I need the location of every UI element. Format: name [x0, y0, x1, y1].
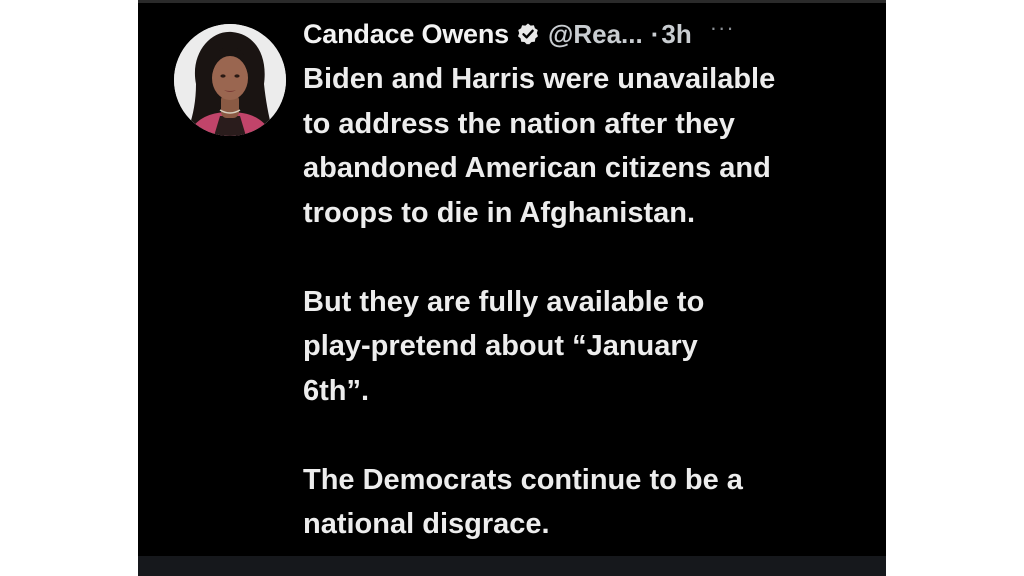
- verified-badge-icon: [516, 22, 540, 46]
- tweet-body: Biden and Harris were unavailable to add…: [303, 57, 863, 547]
- avatar[interactable]: [174, 24, 286, 136]
- meta-separator: ·: [650, 18, 660, 49]
- tweet-timestamp[interactable]: 3h: [661, 19, 691, 50]
- avatar-image: [174, 24, 286, 136]
- tweet-content: Candace Owens @Rea... · 3h ··· Biden and…: [303, 14, 863, 547]
- tweet-paragraph-1: Biden and Harris were unavailable to add…: [303, 63, 776, 229]
- more-options-icon[interactable]: ···: [710, 15, 735, 41]
- tweet-paragraph-3: The Democrats continue to be a national …: [303, 463, 743, 541]
- bottom-divider: [138, 556, 886, 576]
- tweet-screenshot: Candace Owens @Rea... · 3h ··· Biden and…: [138, 0, 886, 576]
- tweet-paragraph-2: But they are fully available to play-pre…: [303, 285, 705, 407]
- top-divider: [138, 0, 886, 3]
- author-name[interactable]: Candace Owens: [303, 19, 509, 50]
- author-handle[interactable]: @Rea...: [548, 19, 643, 50]
- tweet-header: Candace Owens @Rea... · 3h ···: [303, 14, 863, 54]
